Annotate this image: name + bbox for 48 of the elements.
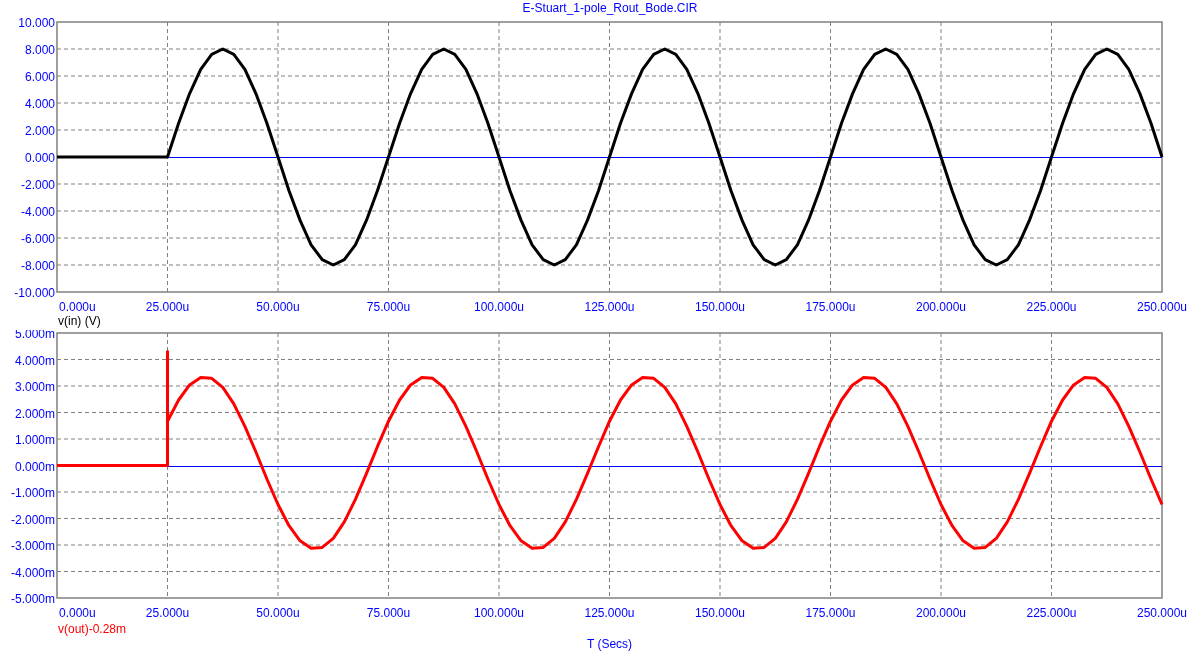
y-tick-label: 4.000m <box>14 353 55 368</box>
y-tick-label: -2.000m <box>10 512 55 527</box>
y-tick-label: -3.000m <box>10 539 55 553</box>
x-tick-label: 150.000u <box>694 300 746 314</box>
y-tick-label: -4.000m <box>10 565 55 580</box>
y-tick-label: 0.000m <box>14 459 55 474</box>
y-tick-label: 8.000 <box>24 43 55 57</box>
y-tick-label: 1.000m <box>14 433 55 447</box>
x-tick-label: 225.000u <box>1026 300 1077 314</box>
x-tick-label: 75.000u <box>366 300 411 314</box>
trace-label: v(out)-0.28m <box>58 622 127 636</box>
y-tick-label: 3.000m <box>14 380 55 394</box>
x-tick-label: 125.000u <box>584 606 635 620</box>
plot-title: E-Stuart_1-pole_Rout_Bode.CIR <box>522 1 698 15</box>
y-tick-label: 0.000 <box>24 151 55 165</box>
y-tick-label: 4.000 <box>24 97 55 111</box>
x-tick-label: 200.000u <box>915 606 967 620</box>
y-tick-label: 2.000m <box>14 406 55 421</box>
y-tick-label: -4.000 <box>20 205 55 219</box>
x-tick-label: 75.000u <box>366 606 411 620</box>
y-tick-label: -2.000 <box>20 178 55 192</box>
trace-label: v(in) (V) <box>58 314 101 328</box>
y-tick-label: -6.000 <box>20 232 55 246</box>
x-tick-label: 175.000u <box>805 300 856 314</box>
x-tick-label: 250.000u <box>1136 606 1188 620</box>
x-tick-label: 175.000u <box>805 606 856 620</box>
x-tick-label: 125.000u <box>584 300 635 314</box>
x-axis-label: T (Secs) <box>586 637 633 651</box>
x-tick-label: 0.000u <box>59 606 96 620</box>
y-tick-label: 2.000 <box>24 124 55 138</box>
x-tick-label: 250.000u <box>1136 300 1188 314</box>
y-tick-label: -8.000 <box>20 259 55 273</box>
x-tick-label: 50.000u <box>256 606 300 620</box>
x-tick-label: 150.000u <box>694 606 746 620</box>
y-tick-label: 10.000 <box>18 16 55 30</box>
x-tick-label: 50.000u <box>256 300 300 314</box>
y-tick-label: -5.000m <box>10 592 55 606</box>
x-tick-label: 25.000u <box>145 606 190 620</box>
y-tick-label: 6.000 <box>24 70 55 84</box>
x-tick-label: 0.000u <box>59 300 96 314</box>
y-tick-label: -10.000 <box>14 286 55 300</box>
y-tick-label: -1.000m <box>10 486 55 500</box>
y-tick-label: 5.000m <box>14 330 55 341</box>
x-tick-label: 100.000u <box>473 606 525 620</box>
x-tick-label: 25.000u <box>145 300 190 314</box>
x-tick-label: 225.000u <box>1026 606 1077 620</box>
x-tick-label: 200.000u <box>915 300 967 314</box>
x-tick-label: 100.000u <box>473 300 525 314</box>
